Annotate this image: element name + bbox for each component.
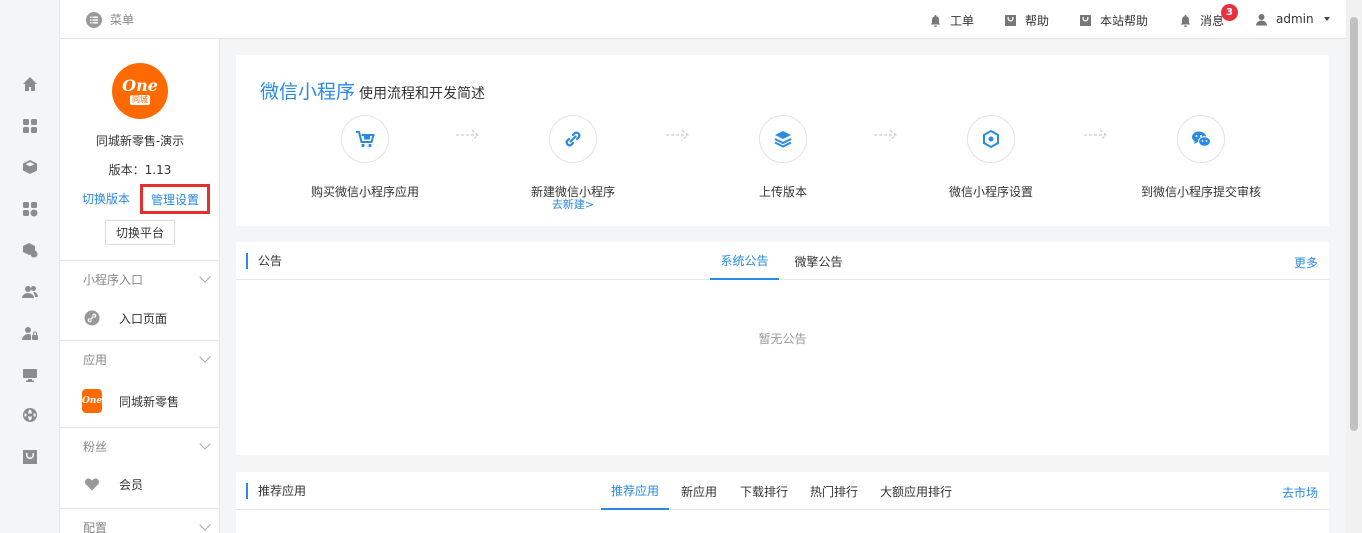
secondary-sidebar: One 同城 同城新零售-演示 版本：1.13 切换版本 管理设置 切换平台 小… bbox=[60, 39, 220, 533]
sidebar-item-members[interactable]: 会员 bbox=[60, 465, 219, 503]
user-menu[interactable]: admin bbox=[1255, 12, 1330, 26]
chevron-down-icon bbox=[199, 271, 211, 283]
arrow-icon bbox=[454, 127, 482, 143]
tab-download-rank[interactable]: 下载排行 bbox=[734, 472, 794, 510]
empty-notice-text: 暂无公告 bbox=[758, 332, 807, 346]
shop-logo: One 同城 bbox=[112, 63, 168, 119]
tab-weiqing-notice[interactable]: 微擎公告 bbox=[785, 242, 852, 280]
sidebar-item-app[interactable]: One 同城新零售 bbox=[60, 382, 219, 420]
tab-hot-rank[interactable]: 热门排行 bbox=[804, 472, 864, 510]
chevron-down-icon bbox=[199, 351, 211, 363]
globe-icon[interactable] bbox=[21, 406, 39, 424]
app-logo-icon: One bbox=[81, 389, 103, 413]
menu-toggle[interactable]: 菜单 bbox=[86, 11, 134, 28]
ticket-label: 工单 bbox=[950, 14, 975, 28]
top-bar: 菜单 工单 帮助 本站帮助 消息 3 admin bbox=[60, 0, 1346, 39]
bell-icon bbox=[1180, 15, 1191, 27]
section-fans[interactable]: 粉丝 bbox=[60, 427, 219, 465]
go-create-link[interactable]: 去新建> bbox=[552, 199, 594, 210]
hexagon-icon bbox=[967, 115, 1015, 163]
notice-title: 公告 bbox=[246, 253, 282, 269]
layers-icon bbox=[759, 115, 807, 163]
apps-icon[interactable] bbox=[21, 117, 39, 135]
section-config[interactable]: 配置 bbox=[60, 508, 219, 533]
version-text: 版本：1.13 bbox=[108, 163, 172, 177]
heart-icon bbox=[83, 475, 101, 493]
bell-icon bbox=[930, 15, 941, 27]
wechat-icon bbox=[1177, 115, 1225, 163]
step-submit-review[interactable]: 到微信小程序提交审核 bbox=[1121, 115, 1281, 200]
package-icon[interactable] bbox=[21, 241, 39, 259]
messages-link[interactable]: 消息 3 bbox=[1179, 4, 1238, 29]
notice-header: 公告 系统公告 微擎公告 更多 bbox=[236, 242, 1329, 280]
tab-new-apps[interactable]: 新应用 bbox=[674, 472, 724, 510]
users-icon[interactable] bbox=[21, 283, 39, 301]
tab-large-app-rank[interactable]: 大额应用排行 bbox=[874, 472, 958, 510]
page-scrollbar[interactable] bbox=[1346, 0, 1362, 533]
shop-name: 同城新零售-演示 bbox=[95, 134, 185, 148]
manage-settings-link[interactable]: 管理设置 bbox=[140, 184, 210, 214]
cube-icon[interactable] bbox=[21, 158, 39, 176]
step-upload-version[interactable]: 上传版本 bbox=[703, 115, 863, 200]
link-icon bbox=[83, 309, 101, 327]
chevron-down-icon bbox=[1323, 17, 1330, 21]
step-miniprogram-settings[interactable]: 微信小程序设置 bbox=[911, 115, 1071, 200]
site-help-link[interactable]: 本站帮助 bbox=[1079, 12, 1148, 29]
recommend-title: 推荐应用 bbox=[246, 483, 306, 499]
tab-recommended[interactable]: 推荐应用 bbox=[601, 472, 669, 510]
step-new-miniprogram[interactable]: 新建微信小程序 去新建> bbox=[493, 115, 653, 210]
help-label: 帮助 bbox=[1025, 14, 1050, 28]
guide-card: 微信小程序 使用流程和开发简述 购买微信小程序应用 新建微信小程序 去新建> 上传… bbox=[236, 55, 1329, 226]
go-market-link[interactable]: 去市场 bbox=[1282, 484, 1318, 501]
arrow-icon bbox=[1082, 127, 1110, 143]
bag-icon bbox=[1080, 15, 1091, 26]
plugins-icon[interactable] bbox=[21, 200, 39, 218]
recommend-header: 推荐应用 推荐应用 新应用 下载排行 热门排行 大额应用排行 去市场 bbox=[236, 472, 1329, 510]
arrow-icon bbox=[664, 127, 692, 143]
tab-system-notice[interactable]: 系统公告 bbox=[710, 242, 779, 280]
chevron-down-icon bbox=[199, 438, 211, 450]
step-buy-app[interactable]: 购买微信小程序应用 bbox=[285, 115, 445, 200]
user-icon bbox=[1256, 13, 1267, 25]
sidebar-item-entry-page[interactable]: 入口页面 bbox=[60, 299, 219, 337]
switch-version-link[interactable]: 切换版本 bbox=[82, 190, 130, 207]
monitor-icon[interactable] bbox=[21, 366, 39, 384]
store-icon[interactable] bbox=[21, 448, 39, 466]
chevron-down-icon bbox=[199, 519, 211, 531]
bag-icon bbox=[1005, 15, 1016, 26]
site-help-label: 本站帮助 bbox=[1100, 14, 1149, 28]
help-link[interactable]: 帮助 bbox=[1004, 12, 1049, 29]
arrow-icon bbox=[872, 127, 900, 143]
user-lock-icon[interactable] bbox=[21, 324, 39, 342]
scrollbar-thumb[interactable] bbox=[1350, 17, 1358, 431]
cart-icon bbox=[341, 115, 389, 163]
switch-platform-button[interactable]: 切换平台 bbox=[105, 220, 175, 245]
section-miniprogram-entry[interactable]: 小程序入口 bbox=[60, 260, 219, 298]
more-link[interactable]: 更多 bbox=[1294, 254, 1318, 271]
icon-rail bbox=[0, 0, 60, 533]
ticket-link[interactable]: 工单 bbox=[929, 12, 974, 29]
menu-label: 菜单 bbox=[110, 13, 135, 27]
home-icon[interactable] bbox=[21, 75, 39, 93]
list-icon bbox=[86, 11, 102, 28]
notice-card: 公告 系统公告 微擎公告 更多 暂无公告 bbox=[236, 242, 1329, 455]
link-icon bbox=[549, 115, 597, 163]
username: admin bbox=[1276, 12, 1314, 26]
message-count-badge: 3 bbox=[1221, 4, 1238, 21]
section-apps[interactable]: 应用 bbox=[60, 340, 219, 378]
recommend-card: 推荐应用 推荐应用 新应用 下载排行 热门排行 大额应用排行 去市场 bbox=[236, 472, 1329, 533]
guide-title: 微信小程序 使用流程和开发简述 bbox=[260, 81, 486, 103]
